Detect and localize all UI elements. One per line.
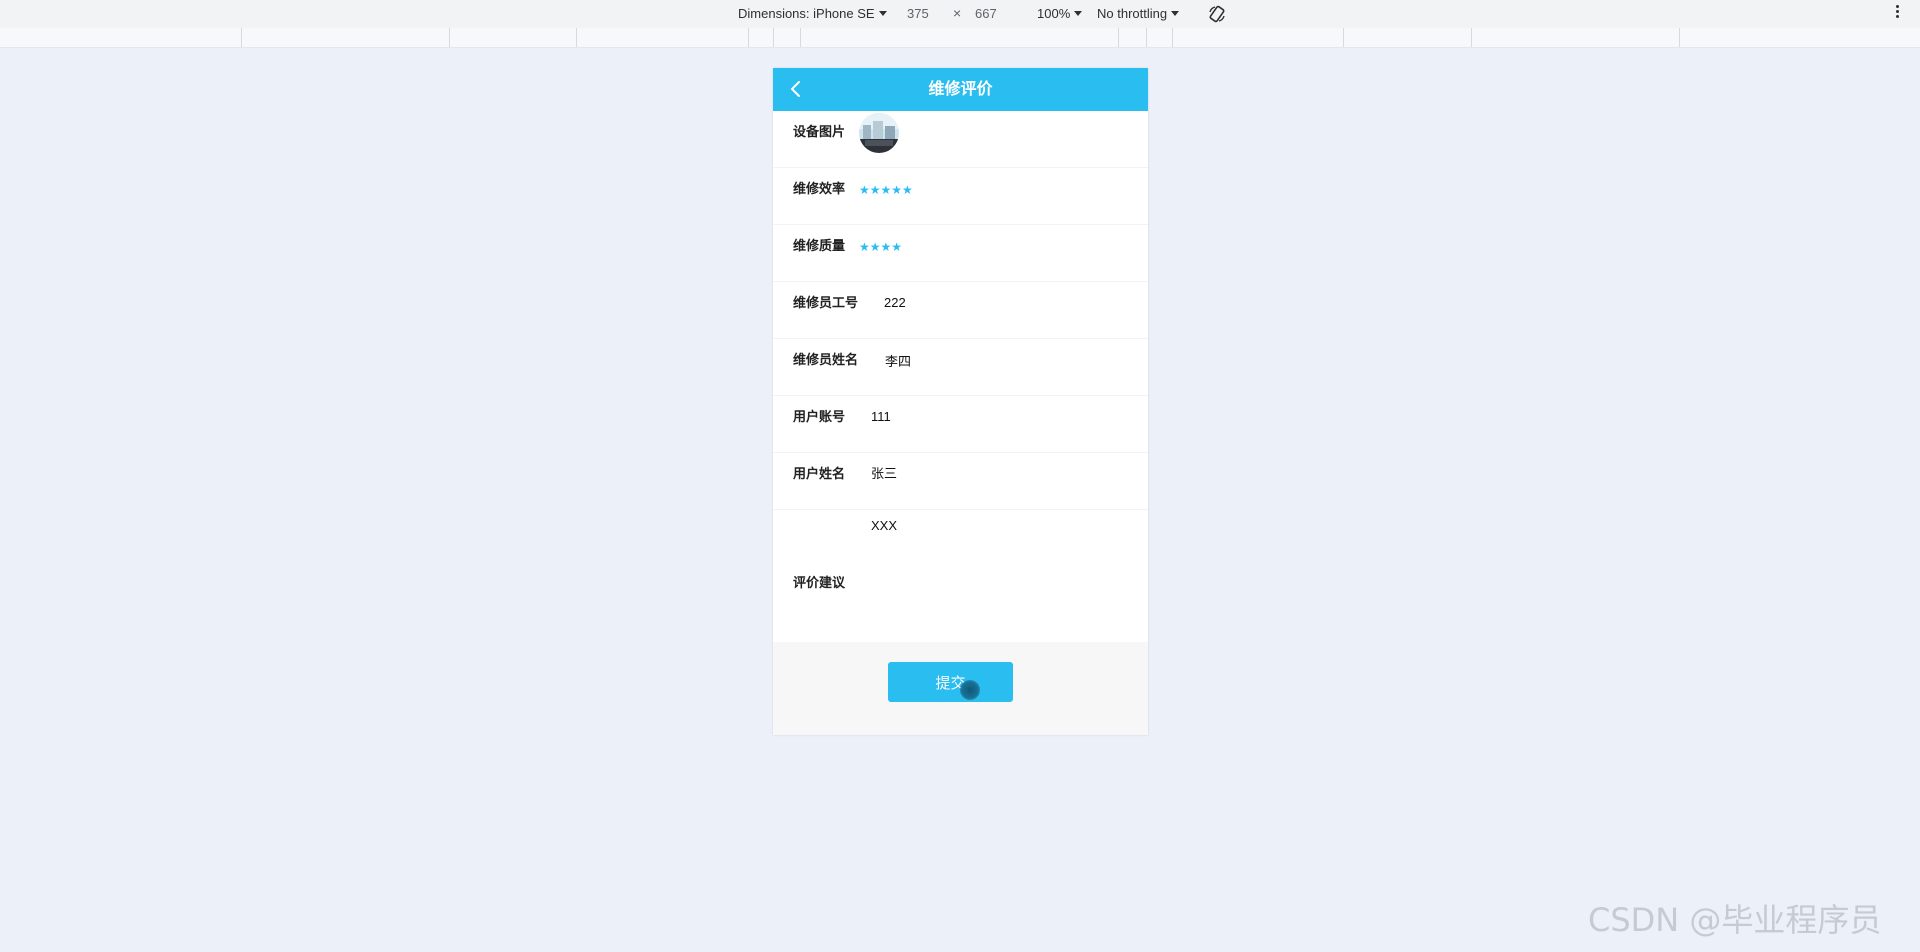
throttling-select[interactable]: No throttling — [1097, 6, 1180, 21]
device-image-row: 设备图片 — [773, 111, 1148, 168]
user-name-field[interactable]: 张三 — [871, 453, 897, 495]
worker-name-row: 维修员姓名 李四 — [773, 339, 1148, 396]
form-footer: 提交 — [773, 642, 1148, 735]
review-form: 设备图片 维修效率 ★★★★★ 维修质量 ★★★★ 维修员工号 222 维修员姓… — [773, 111, 1148, 642]
quality-star-rating[interactable]: ★★★★ — [859, 225, 902, 269]
media-query-marker[interactable] — [773, 28, 774, 47]
worker-id-label: 维修员工号 — [793, 295, 859, 310]
zoom-select-label: 100% — [1037, 6, 1071, 21]
user-account-field[interactable]: 111 — [871, 396, 891, 438]
device-select[interactable]: Dimensions: iPhone SE — [738, 6, 887, 21]
quality-row: 维修质量 ★★★★ — [773, 225, 1148, 282]
chevron-down-icon — [1171, 11, 1180, 16]
device-photo-thumbnail — [859, 113, 899, 153]
zoom-select[interactable]: 100% — [1037, 6, 1083, 21]
devtools-device-toolbar: Dimensions: iPhone SE 375 × 667 100% No … — [0, 0, 1920, 29]
media-query-marker[interactable] — [1343, 28, 1344, 47]
device-select-label: Dimensions: iPhone SE — [738, 6, 875, 21]
height-input[interactable]: 667 — [975, 6, 997, 21]
user-name-label: 用户姓名 — [793, 466, 846, 481]
media-query-marker[interactable] — [1146, 28, 1147, 47]
worker-id-field[interactable]: 222 — [884, 282, 906, 324]
user-name-row: 用户姓名 张三 — [773, 453, 1148, 510]
comment-row: 评价建议 XXX — [773, 510, 1148, 642]
media-query-marker[interactable] — [576, 28, 577, 47]
touch-cursor-icon — [960, 680, 980, 700]
throttling-select-label: No throttling — [1097, 6, 1168, 21]
efficiency-label: 维修效率 — [793, 181, 846, 196]
quality-label: 维修质量 — [793, 238, 846, 253]
device-image[interactable] — [859, 113, 899, 153]
media-query-marker[interactable] — [1679, 28, 1680, 47]
media-query-marker[interactable] — [800, 28, 801, 47]
rotate-icon[interactable] — [1207, 4, 1227, 24]
media-query-marker[interactable] — [241, 28, 242, 47]
phone-viewport: 维修评价 设备图片 维修效率 ★★★★★ 维修质量 ★★★★ 维修员工号 222… — [773, 68, 1148, 735]
media-query-marker[interactable] — [1471, 28, 1472, 47]
kebab-menu-icon[interactable] — [1896, 5, 1900, 23]
page-header: 维修评价 — [773, 68, 1148, 111]
submit-button[interactable]: 提交 — [888, 662, 1013, 702]
dimension-separator: × — [953, 5, 962, 21]
device-image-label: 设备图片 — [793, 124, 846, 139]
media-query-bar — [0, 28, 1920, 48]
media-query-marker[interactable] — [1118, 28, 1119, 47]
user-account-row: 用户账号 111 — [773, 396, 1148, 453]
media-query-marker[interactable] — [1172, 28, 1173, 47]
chevron-left-icon[interactable] — [787, 80, 805, 98]
width-input[interactable]: 375 — [907, 6, 929, 21]
comment-label: 评价建议 — [793, 575, 846, 590]
worker-name-field[interactable]: 李四 — [885, 341, 911, 383]
efficiency-star-rating[interactable]: ★★★★★ — [859, 168, 913, 212]
worker-name-label: 维修员姓名 — [793, 352, 859, 367]
comment-textarea[interactable]: XXX — [871, 505, 897, 547]
chevron-down-icon — [878, 11, 887, 16]
worker-id-row: 维修员工号 222 — [773, 282, 1148, 339]
chevron-down-icon — [1074, 11, 1083, 16]
page-title: 维修评价 — [928, 81, 993, 98]
media-query-marker[interactable] — [748, 28, 749, 47]
user-account-label: 用户账号 — [793, 409, 846, 424]
watermark: CSDN @毕业程序员 — [1588, 901, 1882, 939]
media-query-marker[interactable] — [449, 28, 450, 47]
efficiency-row: 维修效率 ★★★★★ — [773, 168, 1148, 225]
